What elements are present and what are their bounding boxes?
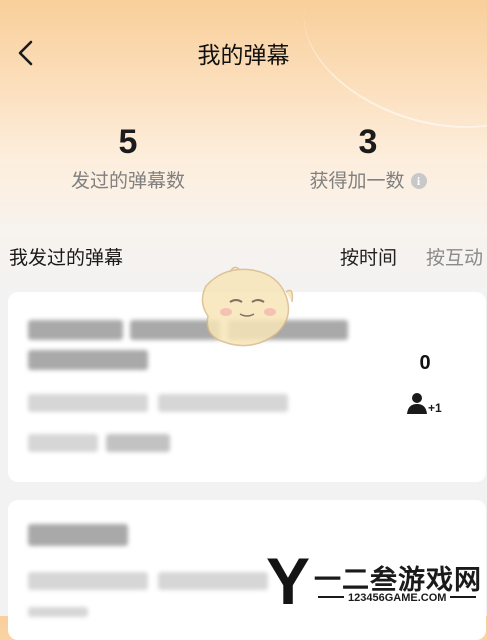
redacted-text	[106, 434, 170, 452]
watermark-logo: Y 一二叁游戏网 123456GAME.COM	[266, 548, 487, 616]
redacted-text	[28, 572, 148, 590]
stat-label-row: 获得加一数 i	[268, 166, 468, 193]
stat-sent-count: 5 发过的弹幕数	[28, 120, 228, 193]
info-icon[interactable]: i	[410, 173, 427, 189]
redacted-text	[28, 524, 128, 546]
watermark-url: 123456GAME.COM	[314, 592, 480, 604]
user-plus-one-icon: +1	[405, 392, 449, 416]
stat-value: 5	[118, 123, 138, 161]
stat-label: 获得加一数	[309, 170, 405, 192]
mascot-illustration	[190, 262, 298, 354]
redacted-text	[28, 394, 148, 412]
stat-plus-one-count: 3 获得加一数 i	[268, 120, 468, 193]
section-title: 我发过的弹幕	[9, 247, 124, 269]
redacted-text	[28, 320, 123, 340]
stat-label: 发过的弹幕数	[70, 170, 185, 192]
stat-value: 3	[358, 123, 378, 161]
sort-by-interaction[interactable]: 按互动	[426, 243, 483, 270]
redacted-text	[158, 394, 288, 412]
redacted-text	[28, 350, 148, 370]
watermark-letter: Y	[266, 544, 311, 618]
redacted-text	[158, 572, 268, 590]
page-title: 我的弹幕	[197, 43, 290, 69]
sort-by-time[interactable]: 按时间	[340, 243, 397, 270]
plus-one-count: 0	[419, 352, 431, 374]
plus-one-label: +1	[428, 401, 442, 415]
redacted-text	[28, 434, 98, 452]
